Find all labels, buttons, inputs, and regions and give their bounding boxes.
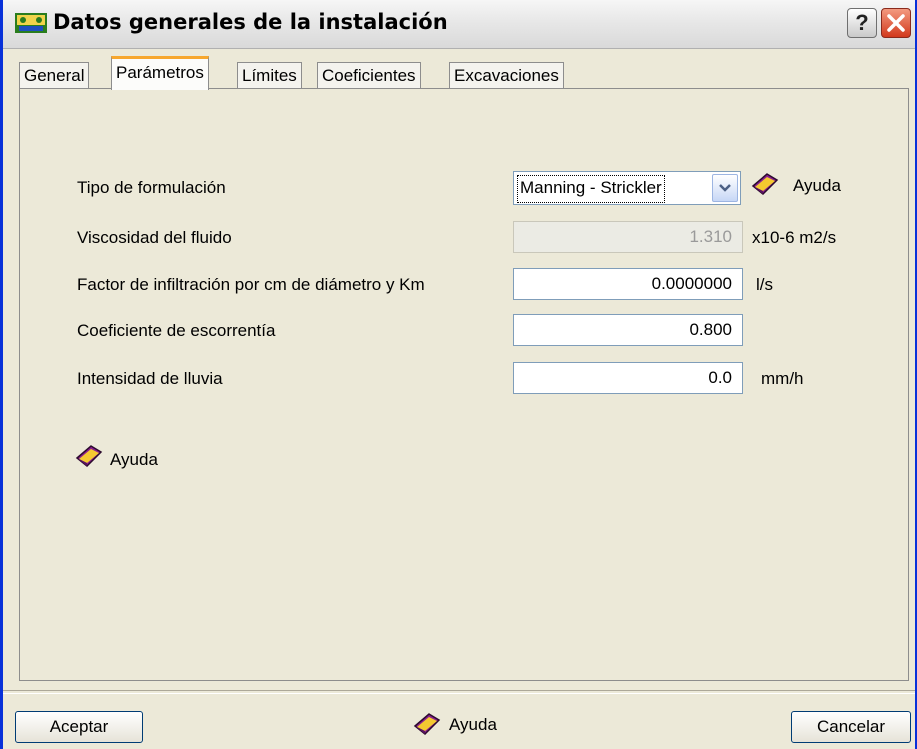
formulation-label: Tipo de formulación — [77, 178, 226, 197]
rain-field[interactable]: 0.0 — [513, 362, 743, 394]
help-link-footer[interactable]: Ayuda — [449, 715, 497, 735]
formulation-selected-value: Manning - Strickler — [517, 175, 665, 203]
tab-parametros[interactable]: Parámetros — [111, 56, 209, 90]
infiltration-unit: l/s — [756, 275, 773, 294]
rain-label: Intensidad de lluvia — [77, 369, 223, 388]
tab-excavaciones[interactable]: Excavaciones — [449, 62, 564, 88]
infiltration-label: Factor de infiltración por cm de diámetr… — [77, 275, 425, 294]
chevron-down-icon[interactable] — [712, 174, 738, 202]
help-link-panel[interactable]: Ayuda — [110, 450, 158, 470]
help-icon[interactable]: ? — [847, 8, 877, 38]
infiltration-field[interactable]: 0.0000000 — [513, 268, 743, 300]
tab-general[interactable]: General — [19, 62, 90, 88]
help-book-icon[interactable] — [75, 444, 103, 468]
cancel-button[interactable]: Cancelar — [791, 711, 911, 743]
help-book-icon[interactable] — [413, 712, 441, 736]
close-icon[interactable] — [881, 8, 911, 38]
viscosity-field: 1.310 — [513, 221, 743, 253]
dialog-window: Datos generales de la instalación ? Gene… — [0, 0, 917, 749]
viscosity-unit: x10-6 m2/s — [752, 228, 837, 247]
title-bar[interactable]: Datos generales de la instalación ? — [3, 0, 915, 49]
app-icon — [15, 13, 47, 33]
tab-limites[interactable]: Límites — [237, 62, 302, 88]
accept-button[interactable]: Aceptar — [15, 711, 143, 743]
tab-coeficientes[interactable]: Coeficientes — [317, 62, 421, 88]
help-book-icon[interactable] — [751, 172, 779, 196]
rain-unit: mm/h — [761, 369, 804, 388]
viscosity-label: Viscosidad del fluido — [77, 228, 232, 247]
footer-separator — [3, 690, 915, 694]
help-link-top[interactable]: Ayuda — [793, 176, 841, 196]
runoff-label: Coeficiente de escorrentía — [77, 321, 276, 340]
window-title: Datos generales de la instalación — [53, 10, 448, 34]
runoff-field[interactable]: 0.800 — [513, 314, 743, 346]
close-glyph-icon — [887, 14, 905, 32]
formulation-select[interactable]: Manning - Strickler — [513, 171, 741, 205]
